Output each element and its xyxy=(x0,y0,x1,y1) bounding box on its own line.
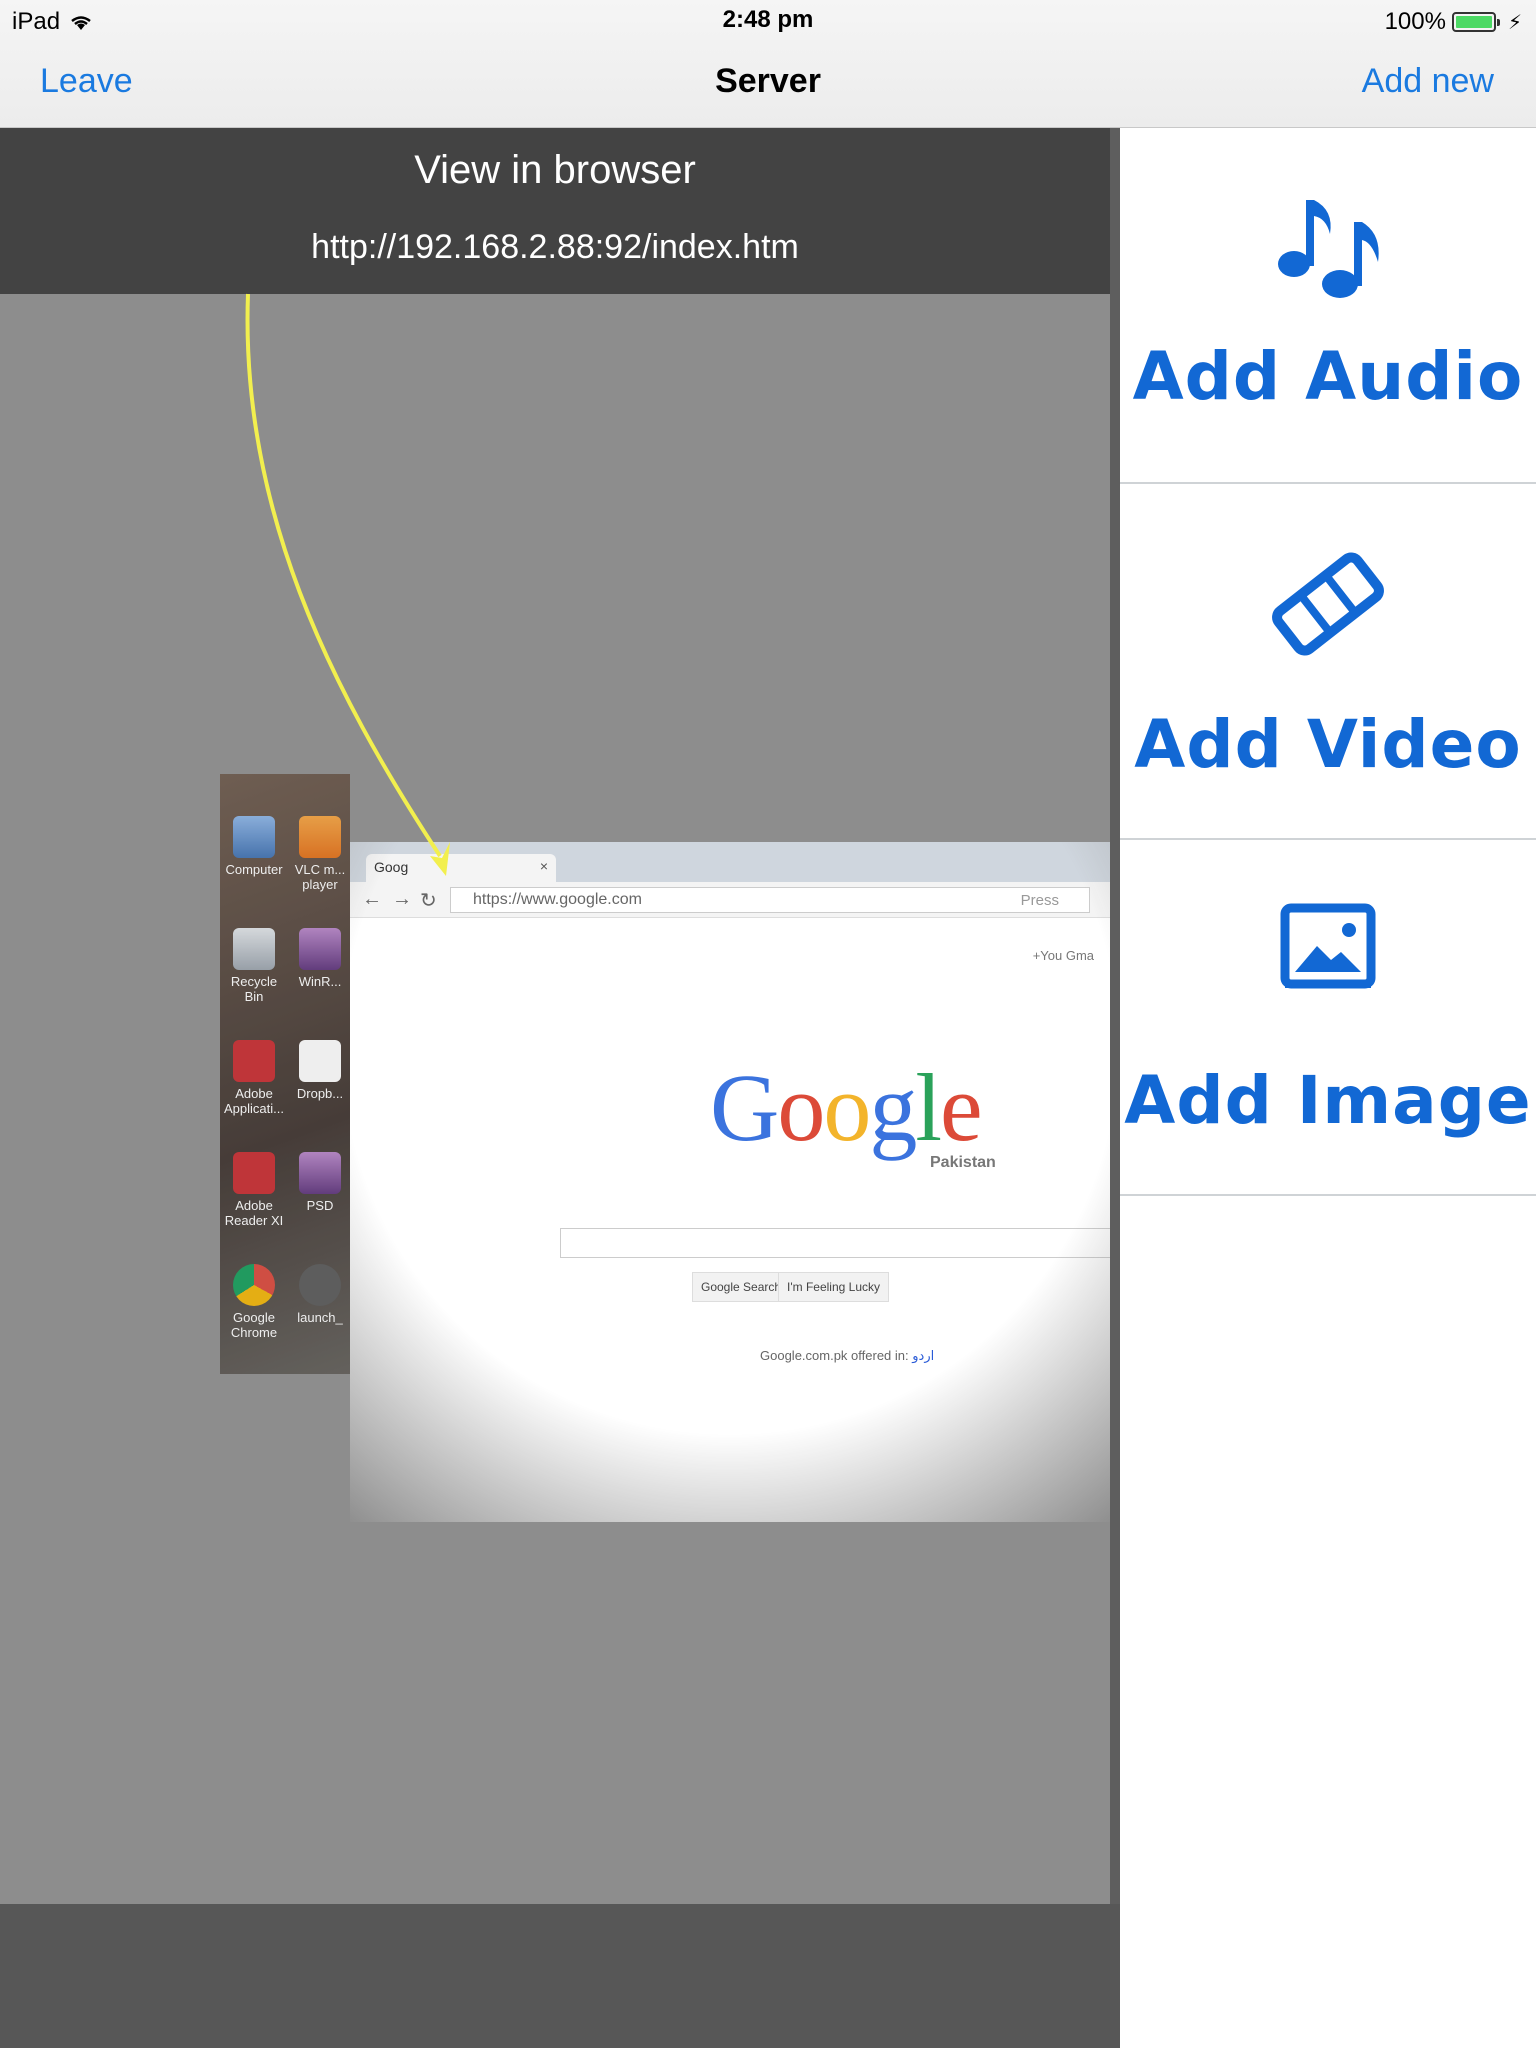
image-icon xyxy=(1120,900,1536,1005)
add-video-label: Add Video xyxy=(1134,706,1522,783)
main-area: View in browser http://192.168.2.88:92/i… xyxy=(0,128,1110,1904)
top-bar: iPad 2:48 pm 100% ⚡ Leave Server Add new xyxy=(0,0,1536,128)
charging-icon: ⚡ xyxy=(1507,11,1522,34)
battery-icon xyxy=(1451,12,1500,32)
yellow-pointer-line xyxy=(245,293,442,858)
panel-divider xyxy=(1110,128,1120,2048)
status-right: 100% ⚡ xyxy=(1385,6,1522,38)
page-title: Server xyxy=(715,62,821,100)
add-video-button[interactable]: Add Video xyxy=(1120,484,1536,840)
add-audio-button[interactable]: Add Audio xyxy=(1120,128,1536,484)
add-image-label: Add Image xyxy=(1124,1062,1532,1139)
film-strip-icon xyxy=(1120,544,1536,669)
add-image-button[interactable]: Add Image xyxy=(1120,840,1536,1196)
add-new-button[interactable]: Add new xyxy=(1362,62,1494,101)
add-media-panel: Add Audio Add Video Add Image xyxy=(1120,128,1536,2048)
battery-percent: 100% xyxy=(1384,8,1446,35)
add-audio-label: Add Audio xyxy=(1132,338,1524,415)
status-time: 2:48 pm xyxy=(722,6,814,33)
music-note-icon xyxy=(1120,176,1536,311)
bottom-strip xyxy=(0,1904,1120,2048)
